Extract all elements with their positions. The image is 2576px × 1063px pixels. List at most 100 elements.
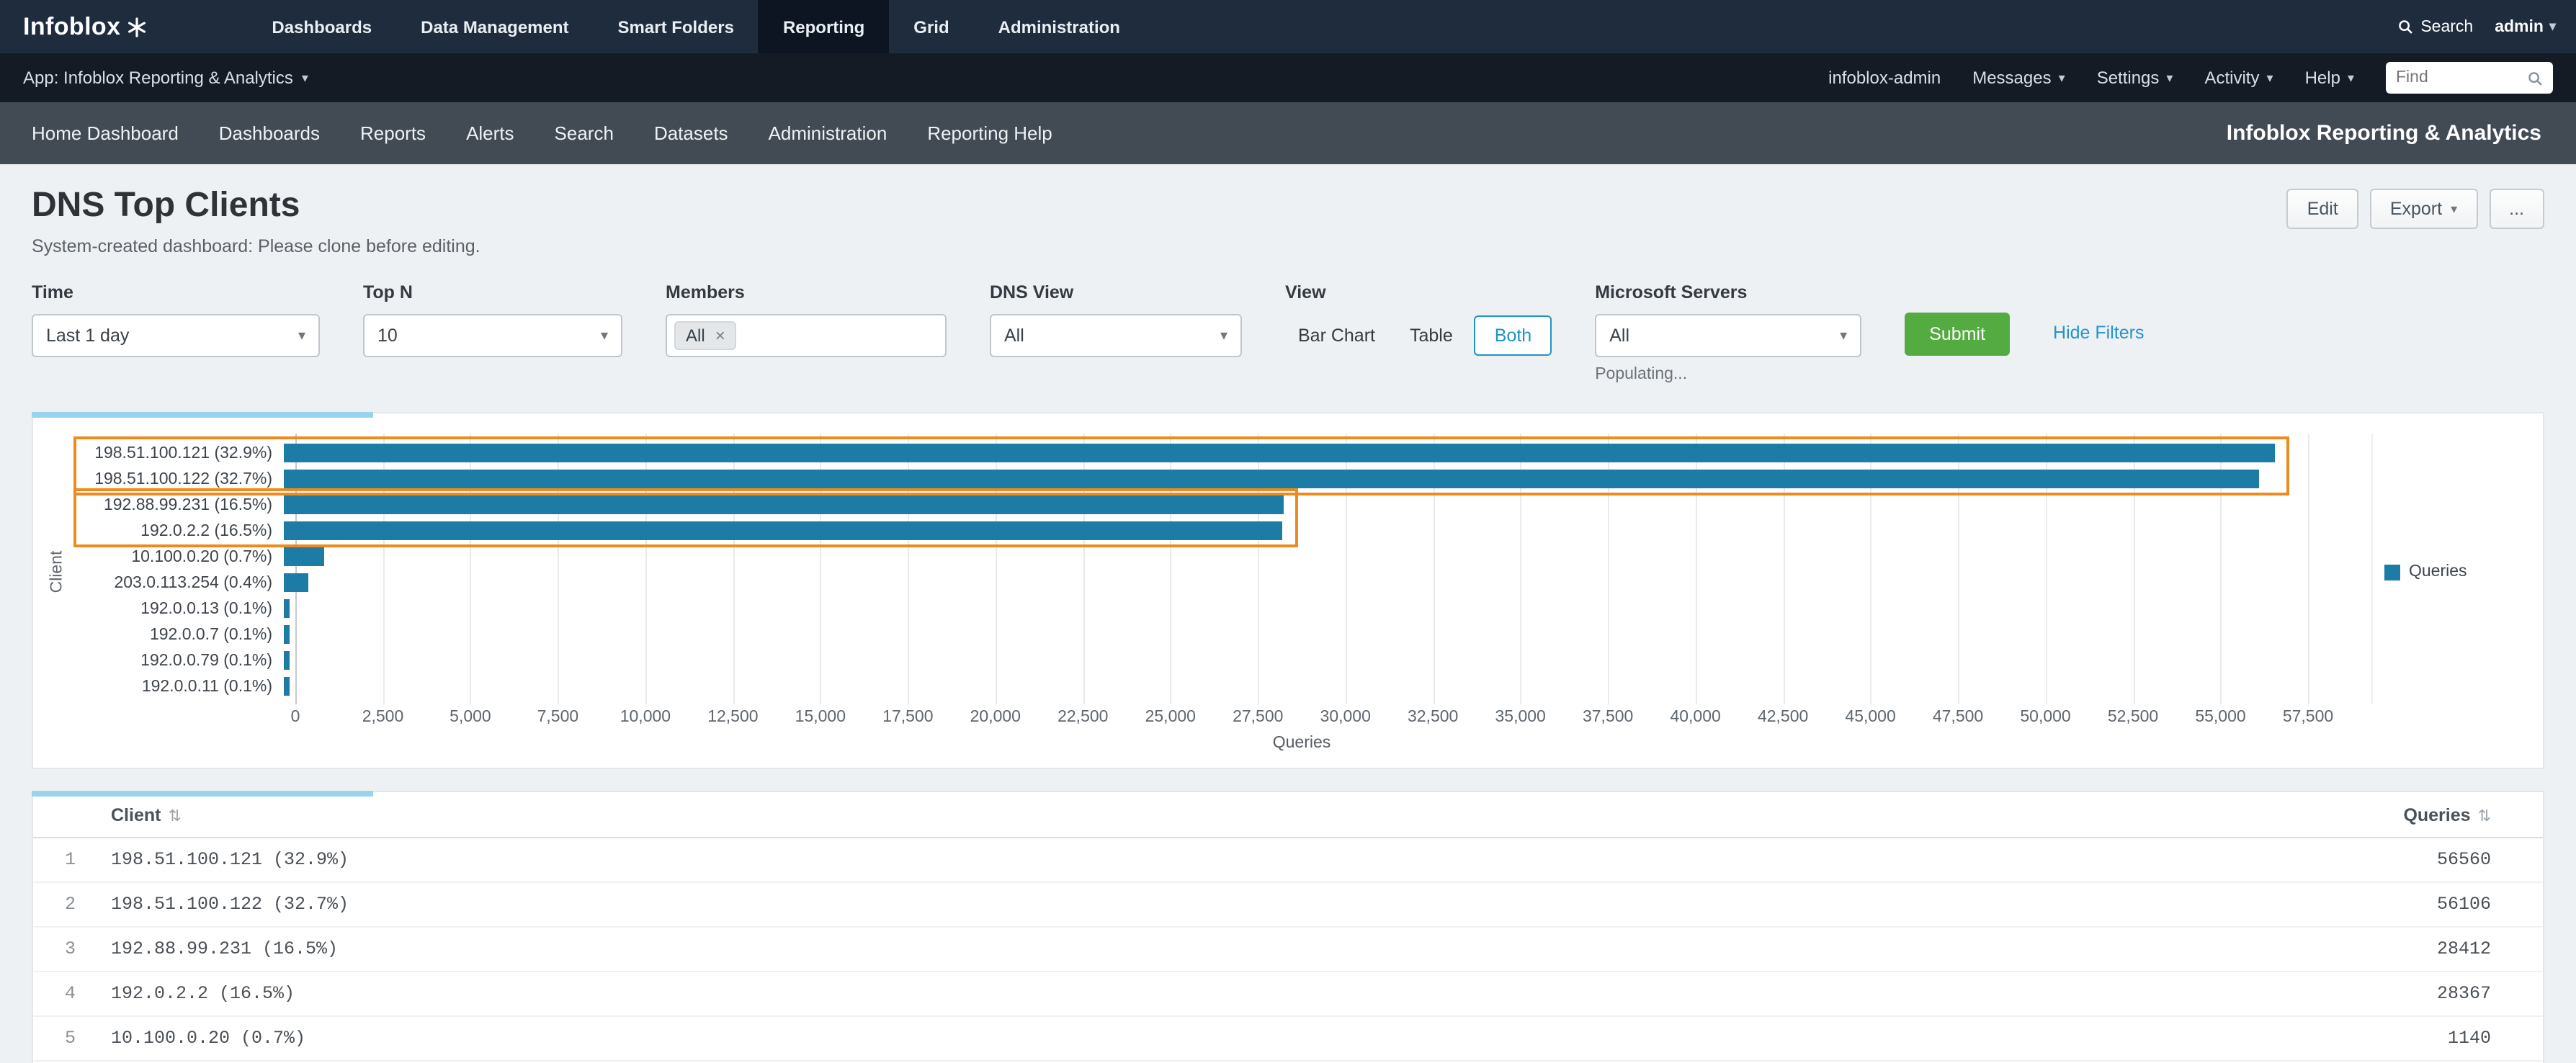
title-row: DNS Top Clients System-created dashboard… [32,186,2544,256]
x-tick-label: 0 [291,709,300,726]
nav-item-reports[interactable]: Reports [340,102,446,164]
microsoft-servers-select[interactable]: All ▾ [1595,314,1861,357]
members-label: Members [666,282,947,302]
queries-cell[interactable]: 1140 [1655,1016,2543,1061]
x-tick-label: 5,000 [450,709,491,726]
topbar-item-administration[interactable]: Administration [974,0,1145,53]
table-row[interactable]: 1198.51.100.121 (32.9%)56560 [33,838,2543,882]
sort-icon[interactable]: ⇅ [168,808,181,825]
caret-down-icon: ▾ [2348,70,2354,86]
queries-cell[interactable]: 28367 [1655,972,2543,1016]
nav-item-alerts[interactable]: Alerts [446,102,534,164]
view-option-table[interactable]: Table [1397,317,1466,354]
row-index: 1 [33,838,105,882]
user-menu[interactable]: admin ▾ [2495,18,2556,35]
chart-rows: 198.51.100.121 (32.9%)198.51.100.122 (32… [71,434,2373,704]
chart-bar[interactable] [284,677,290,696]
microsoft-servers-label: Microsoft Servers [1595,282,1861,302]
chart-bar[interactable] [284,651,290,670]
time-value: Last 1 day [46,326,129,346]
table-row[interactable]: 2198.51.100.122 (32.7%)56106 [33,882,2543,927]
client-cell[interactable]: 192.88.99.231 (16.5%) [105,927,1655,972]
chart-bar[interactable] [284,495,1284,514]
queries-cell[interactable]: 56560 [1655,838,2543,882]
chart-bar[interactable] [284,470,2259,488]
x-tick-label: 52,500 [2108,709,2158,726]
nav-item-administration[interactable]: Administration [748,102,908,164]
chart-bar[interactable] [284,599,290,618]
chart-bar[interactable] [284,521,1282,540]
find-input[interactable] [2396,69,2527,86]
chart-bar-track [284,648,2308,674]
chart-panel: Client 198.51.100.121 (32.9%)198.51.100.… [32,412,2544,769]
table-body: 1198.51.100.121 (32.9%)565602198.51.100.… [33,838,2543,1061]
chart-bar-row: 203.0.113.254 (0.4%) [71,570,2373,596]
chart-bar[interactable] [284,547,324,566]
nav-item-dashboards[interactable]: Dashboards [199,102,340,164]
table-row[interactable]: 4192.0.2.2 (16.5%)28367 [33,972,2543,1016]
chart-category-label: 192.0.0.79 (0.1%) [71,652,284,670]
sort-icon[interactable]: ⇅ [2478,808,2491,825]
time-select[interactable]: Last 1 day ▾ [32,314,320,357]
row-index: 3 [33,927,105,972]
queries-cell[interactable]: 28412 [1655,927,2543,972]
more-button[interactable]: ... [2489,189,2544,229]
view-option-both[interactable]: Both [1475,315,1552,356]
filter-time: Time Last 1 day ▾ [32,282,320,357]
chart-bar[interactable] [284,573,308,592]
nav-item-search[interactable]: Search [535,102,634,164]
find-box [2386,62,2553,94]
appbar-item-settings[interactable]: Settings▾ [2097,68,2173,88]
topbar-item-data-management[interactable]: Data Management [396,0,593,53]
chart-category-label: 198.51.100.121 (32.9%) [71,445,284,462]
client-column-header[interactable]: Client⇅ [105,792,1655,838]
filter-members: Members All × [666,282,947,357]
topbar-item-smart-folders[interactable]: Smart Folders [594,0,759,53]
appbar-item-help[interactable]: Help▾ [2305,68,2354,88]
nav-item-datasets[interactable]: Datasets [634,102,748,164]
client-cell[interactable]: 192.0.2.2 (16.5%) [105,972,1655,1016]
submit-button[interactable]: Submit [1905,313,2010,356]
export-button[interactable]: Export▾ [2370,189,2477,229]
client-cell[interactable]: 198.51.100.121 (32.9%) [105,838,1655,882]
edit-label: Edit [2307,199,2338,219]
view-option-bar-chart[interactable]: Bar Chart [1285,317,1388,354]
client-cell[interactable]: 198.51.100.122 (32.7%) [105,882,1655,927]
chart-legend[interactable]: Queries [2373,434,2520,710]
topbar-item-grid[interactable]: Grid [889,0,973,53]
title-actions: Edit Export▾ ... [2287,186,2544,229]
appbar-item-user[interactable]: infoblox-admin [1828,68,1941,88]
members-input[interactable]: All × [666,314,947,357]
top-n-select[interactable]: 10 ▾ [363,314,622,357]
appbar-item-activity[interactable]: Activity▾ [2204,68,2273,88]
dns-view-select[interactable]: All ▾ [990,314,1242,357]
topbar-item-dashboards[interactable]: Dashboards [247,0,396,53]
nav-item-home-dashboard[interactable]: Home Dashboard [12,102,199,164]
infoblox-logo[interactable]: Infoblox [23,0,146,53]
global-search[interactable]: Search [2397,18,2473,35]
hide-filters-link[interactable]: Hide Filters [2053,323,2144,343]
queries-column-header[interactable]: Queries⇅ [1655,792,2543,838]
search-icon [2397,19,2413,35]
app-selector[interactable]: App: Infoblox Reporting & Analytics ▾ [23,68,308,88]
client-cell[interactable]: 10.100.0.20 (0.7%) [105,1016,1655,1061]
nav-item-reporting-help[interactable]: Reporting Help [907,102,1072,164]
user-name: admin [2495,18,2544,35]
view-toggle-group: Bar Chart Table Both [1285,314,1552,357]
queries-cell[interactable]: 56106 [1655,882,2543,927]
topbar-item-reporting[interactable]: Reporting [759,0,889,53]
chart-bar-track [284,441,2308,467]
table-row[interactable]: 510.100.0.20 (0.7%)1140 [33,1016,2543,1061]
chart-bar[interactable] [284,444,2275,462]
table-row[interactable]: 3192.88.99.231 (16.5%)28412 [33,927,2543,972]
appbar-right: infoblox-admin Messages▾ Settings▾ Activ… [1828,62,2553,94]
main-content: DNS Top Clients System-created dashboard… [0,186,2576,1063]
chart-bar[interactable] [284,625,290,644]
appbar-item-messages[interactable]: Messages▾ [1972,68,2065,88]
x-axis-title: Queries [295,735,2308,759]
x-tick-label: 37,500 [1583,709,1633,726]
members-token-all[interactable]: All × [674,321,737,350]
close-icon[interactable]: × [715,326,725,346]
x-tick-label: 45,000 [1845,709,1895,726]
edit-button[interactable]: Edit [2287,189,2358,229]
